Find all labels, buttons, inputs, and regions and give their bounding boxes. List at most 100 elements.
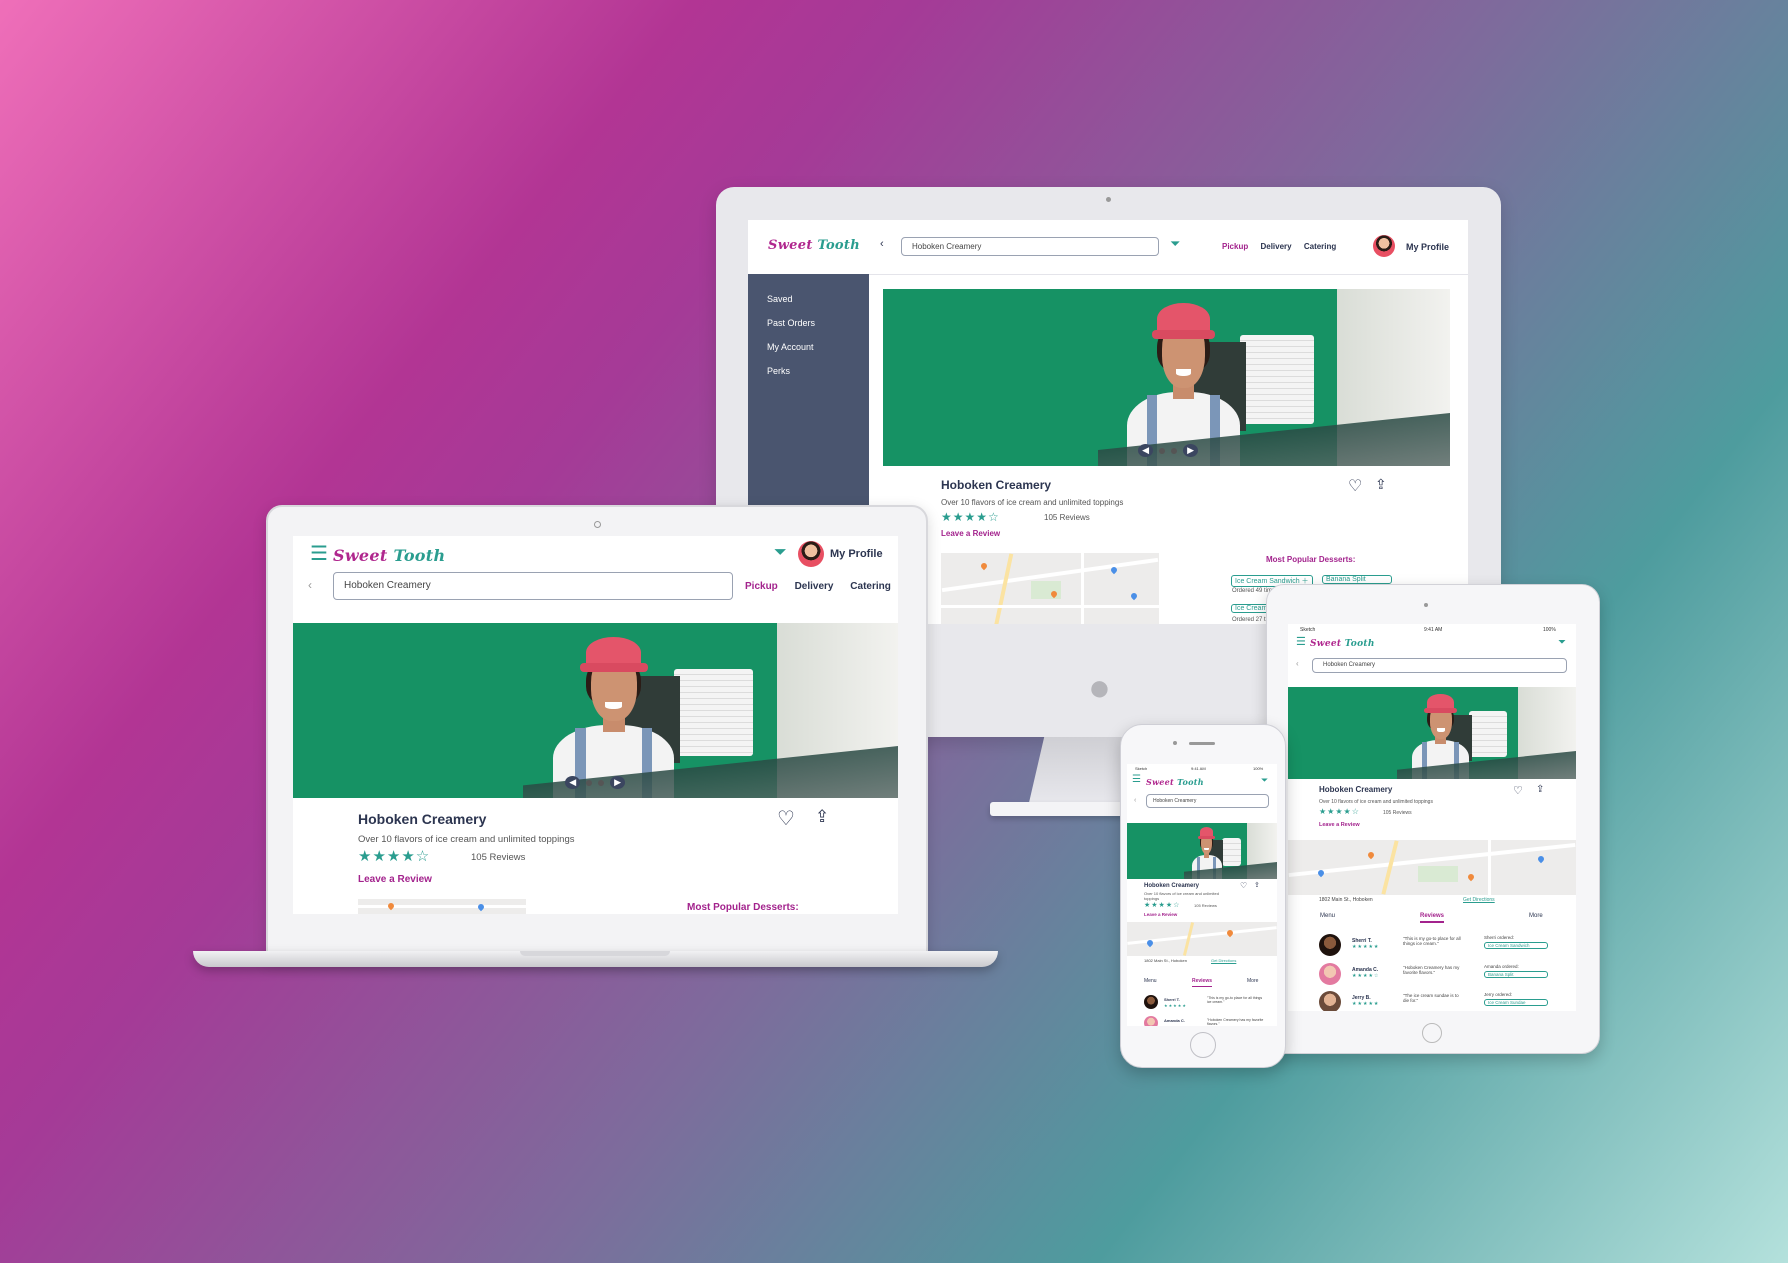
nav-pickup[interactable]: Pickup bbox=[745, 581, 778, 592]
tablet-camera bbox=[1424, 603, 1428, 607]
reviewer-avatar bbox=[1319, 934, 1341, 956]
get-directions-link[interactable]: Get Directions bbox=[1211, 958, 1236, 963]
heart-icon[interactable]: ♡ bbox=[1348, 476, 1362, 496]
map[interactable] bbox=[1127, 922, 1277, 956]
get-directions-link[interactable]: Get Directions bbox=[1463, 897, 1495, 903]
share-icon[interactable]: ⇪ bbox=[1254, 882, 1260, 889]
store-tagline: Over 10 flavors of ice cream and unlimit… bbox=[1319, 799, 1433, 805]
logo[interactable]: Sweet Tooth bbox=[1146, 777, 1204, 787]
carousel-controls[interactable]: ◀ ▶ bbox=[1138, 444, 1198, 458]
search-input[interactable]: Hoboken Creamery bbox=[901, 237, 1159, 256]
tab-more[interactable]: More bbox=[1529, 913, 1543, 919]
sidebar-item-saved[interactable]: Saved bbox=[767, 294, 793, 304]
popular-item-3-count: Ordered 27 ti bbox=[1232, 617, 1268, 623]
hamburger-icon[interactable]: ☰ bbox=[1132, 775, 1141, 785]
hamburger-icon[interactable]: ☰ bbox=[1296, 637, 1306, 648]
nav-delivery[interactable]: Delivery bbox=[795, 581, 834, 592]
map[interactable] bbox=[358, 899, 526, 914]
reviewer-avatar bbox=[1144, 1016, 1158, 1026]
filter-icon[interactable]: ⏷ bbox=[1558, 638, 1566, 648]
review-count: 105 Reviews bbox=[471, 852, 526, 863]
nav-catering[interactable]: Catering bbox=[850, 581, 891, 592]
ordered-label: Jerry ordered: bbox=[1484, 992, 1513, 997]
leave-review-link[interactable]: Leave a Review bbox=[1319, 822, 1360, 828]
search-input[interactable]: Hoboken Creamery bbox=[1146, 794, 1269, 808]
reviewer-stars: ★★★★★ bbox=[1164, 1003, 1187, 1008]
camera-dot bbox=[1106, 197, 1111, 202]
ordered-item[interactable]: Ice Cream Sundae bbox=[1484, 999, 1548, 1006]
reviewer-avatar bbox=[1144, 995, 1158, 1009]
reviewer-name: Amanda C. bbox=[1164, 1018, 1185, 1023]
rating-stars: ★★★★☆ bbox=[358, 848, 431, 865]
hero-image: ◀ ▶ bbox=[883, 289, 1450, 466]
popular-item-1-count: Ordered 49 tim bbox=[1232, 588, 1273, 594]
map[interactable] bbox=[941, 553, 1159, 624]
tab-menu[interactable]: Menu bbox=[1144, 978, 1157, 984]
logo[interactable]: Sweet Tooth bbox=[333, 546, 445, 565]
popular-title: Most Popular Desserts: bbox=[1266, 555, 1356, 564]
tab-more[interactable]: More bbox=[1247, 978, 1258, 984]
tab-reviews[interactable]: Reviews bbox=[1420, 913, 1445, 923]
review-count: 105 Reviews bbox=[1383, 810, 1412, 816]
reviewer-name: Sherri T. bbox=[1164, 997, 1180, 1002]
heart-icon[interactable]: ♡ bbox=[1513, 784, 1523, 797]
nav-catering[interactable]: Catering bbox=[1304, 242, 1336, 251]
review-quote: "This is my go-to place for all things i… bbox=[1403, 936, 1461, 946]
laptop-notch bbox=[520, 951, 670, 956]
back-chevron-icon[interactable]: ‹ bbox=[308, 579, 312, 591]
filter-icon[interactable]: ⏷ bbox=[1170, 237, 1180, 250]
phone-home-button[interactable] bbox=[1190, 1032, 1216, 1058]
store-address: 1802 Main St., Hoboken bbox=[1144, 958, 1187, 963]
leave-review-link[interactable]: Leave a Review bbox=[1144, 912, 1177, 917]
reviewer-stars: ★★★★★ bbox=[1352, 944, 1380, 950]
heart-icon[interactable]: ♡ bbox=[1240, 881, 1247, 890]
hero-image bbox=[1127, 823, 1277, 879]
share-icon[interactable]: ⇪ bbox=[815, 808, 829, 825]
store-name: Hoboken Creamery bbox=[1144, 883, 1200, 889]
back-chevron-icon[interactable]: ‹ bbox=[880, 239, 884, 250]
logo[interactable]: Sweet Tooth bbox=[1310, 639, 1375, 649]
popular-item-2[interactable]: Banana Split bbox=[1322, 575, 1392, 584]
tablet-home-button[interactable] bbox=[1422, 1023, 1442, 1043]
sidebar-item-perks[interactable]: Perks bbox=[767, 366, 790, 376]
filter-icon[interactable]: ⏷ bbox=[1261, 776, 1268, 785]
apple-logo-icon: ● bbox=[1088, 667, 1111, 709]
avatar[interactable] bbox=[798, 541, 824, 567]
search-input[interactable]: Hoboken Creamery bbox=[333, 572, 733, 600]
share-icon[interactable]: ⇪ bbox=[1536, 785, 1544, 795]
leave-review-link[interactable]: Leave a Review bbox=[941, 529, 1000, 538]
store-address: 1802 Main St., Hoboken bbox=[1319, 897, 1373, 903]
sidebar-item-past-orders[interactable]: Past Orders bbox=[767, 318, 815, 328]
filter-icon[interactable]: ⏷ bbox=[774, 545, 787, 561]
review-quote: "Hoboken Creamery has my favorite flavor… bbox=[1403, 965, 1460, 975]
review-count: 105 Reviews bbox=[1044, 513, 1090, 522]
ordered-item[interactable]: Banana Split bbox=[1484, 971, 1548, 978]
map[interactable] bbox=[1288, 840, 1576, 895]
hamburger-icon[interactable]: ☰ bbox=[310, 544, 328, 564]
back-chevron-icon[interactable]: ‹ bbox=[1134, 797, 1136, 804]
search-input[interactable]: Hoboken Creamery bbox=[1312, 658, 1567, 673]
leave-review-link[interactable]: Leave a Review bbox=[358, 874, 432, 885]
ordered-label: Sherri ordered: bbox=[1484, 935, 1515, 940]
carousel-controls[interactable]: ◀ ▶ bbox=[565, 776, 626, 790]
share-icon[interactable]: ⇪ bbox=[1375, 477, 1387, 491]
nav-delivery[interactable]: Delivery bbox=[1260, 242, 1291, 251]
avatar[interactable] bbox=[1373, 235, 1395, 257]
nav-pickup[interactable]: Pickup bbox=[1222, 242, 1248, 251]
store-name: Hoboken Creamery bbox=[358, 811, 487, 827]
laptop-camera bbox=[594, 521, 601, 528]
laptop-nav: Pickup Delivery Catering bbox=[745, 581, 891, 592]
tab-reviews[interactable]: Reviews bbox=[1192, 978, 1213, 987]
tab-menu[interactable]: Menu bbox=[1320, 913, 1335, 919]
ordered-item[interactable]: Ice Cream Sandwich bbox=[1484, 942, 1548, 949]
sidebar-item-my-account[interactable]: My Account bbox=[767, 342, 814, 352]
heart-icon[interactable]: ♡ bbox=[777, 806, 795, 831]
hero-image: ◀ ▶ bbox=[293, 623, 898, 798]
store-tagline: Over 10 flavors of ice cream and unlimit… bbox=[1144, 891, 1219, 901]
back-chevron-icon[interactable]: ‹ bbox=[1296, 660, 1299, 668]
popular-title: Most Popular Desserts: bbox=[687, 902, 799, 913]
profile-label[interactable]: My Profile bbox=[830, 548, 883, 560]
logo[interactable]: Sweet Tooth bbox=[768, 238, 860, 253]
store-tagline: Over 10 flavors of ice cream and unlimit… bbox=[358, 834, 575, 845]
profile-label[interactable]: My Profile bbox=[1406, 242, 1449, 252]
